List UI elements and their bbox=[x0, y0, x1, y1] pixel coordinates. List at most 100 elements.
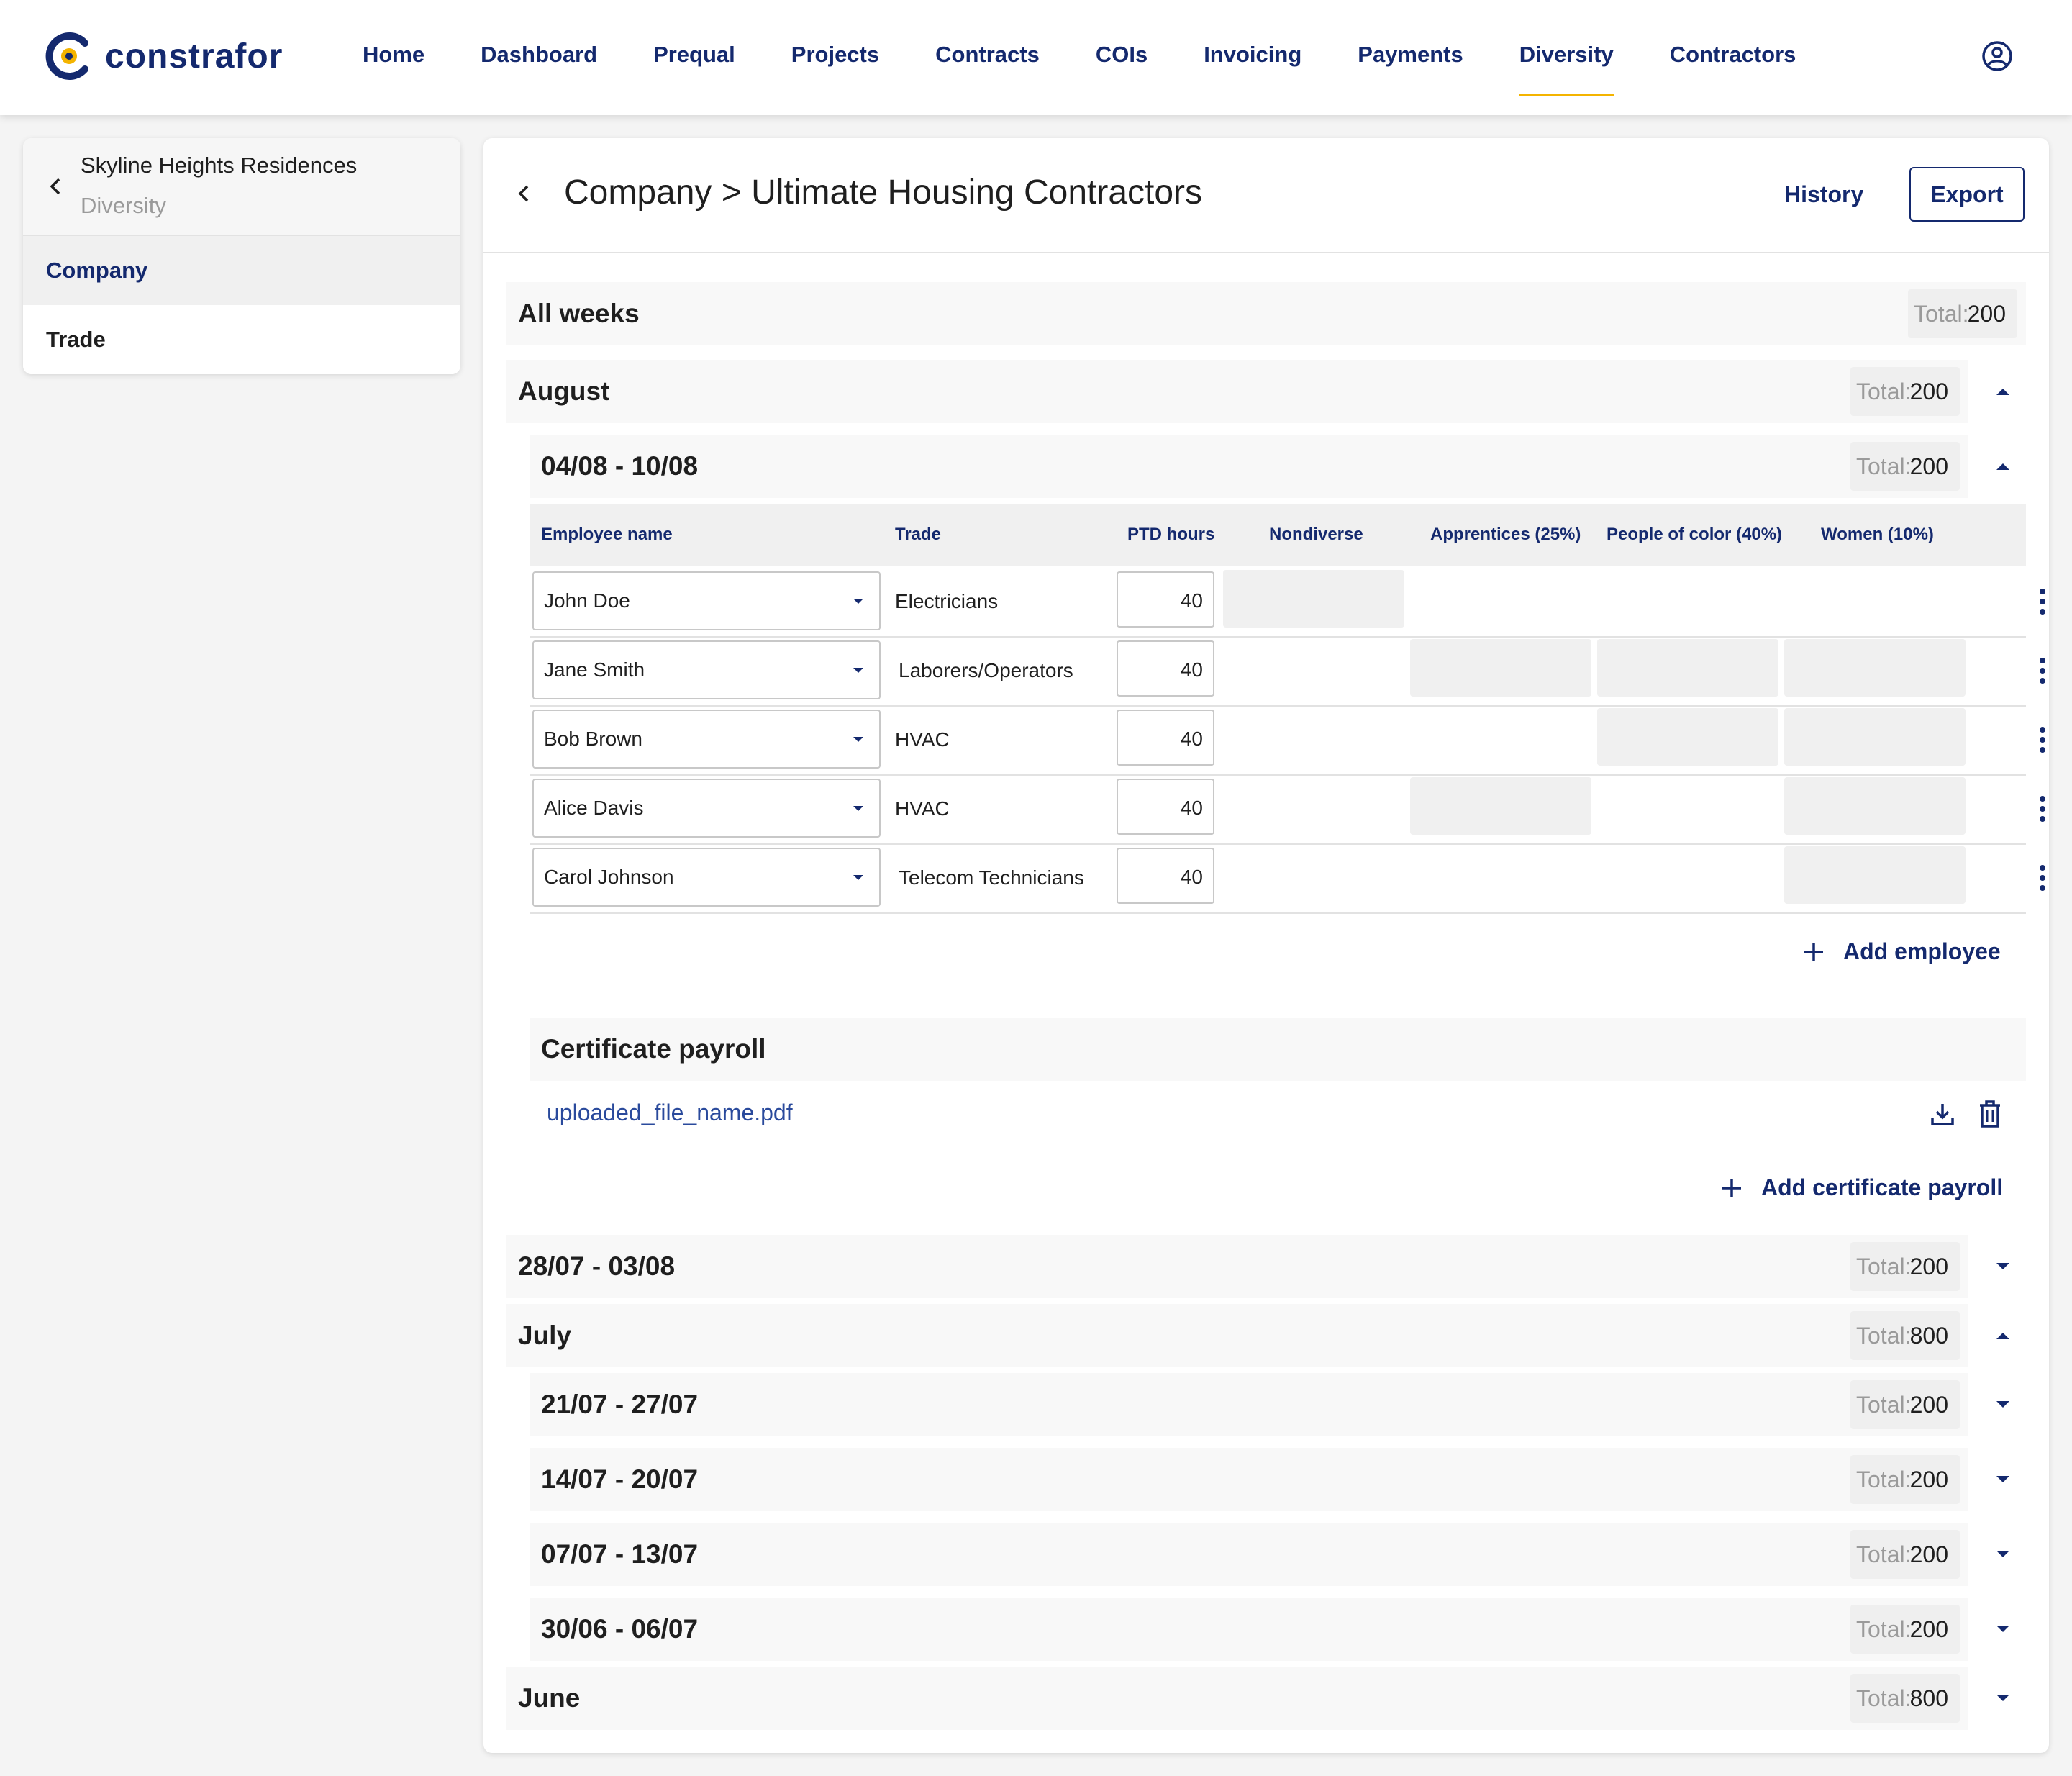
trade-value: Electricians bbox=[895, 590, 999, 612]
women-cell[interactable] bbox=[1784, 846, 1966, 904]
certificate-payroll-title: Certificate payroll bbox=[541, 1034, 766, 1064]
trade-value: HVAC bbox=[895, 728, 950, 751]
nav-dashboard[interactable]: Dashboard bbox=[481, 0, 597, 115]
nav-prequal[interactable]: Prequal bbox=[653, 0, 735, 115]
add-employee-label: Add employee bbox=[1843, 938, 2001, 964]
employee-select[interactable]: Carol Johnson bbox=[532, 848, 881, 907]
nav-invoicing[interactable]: Invoicing bbox=[1204, 0, 1301, 115]
people-of-color-cell[interactable] bbox=[1597, 639, 1778, 697]
back-chevron-icon[interactable] bbox=[515, 183, 532, 204]
total-label: Total: bbox=[1856, 1392, 1912, 1418]
table-header: Employee name Trade PTD hours Nondiverse… bbox=[530, 504, 2026, 566]
ptd-hours-input[interactable]: 40 bbox=[1117, 710, 1214, 766]
more-options-icon[interactable] bbox=[2037, 725, 2048, 754]
nav-contracts[interactable]: Contracts bbox=[935, 0, 1040, 115]
month-row-august[interactable]: August Total: 200 bbox=[506, 360, 1968, 423]
week-row[interactable]: 21/07 - 27/07 Total: 200 bbox=[530, 1373, 1968, 1436]
group-label: 04/08 - 10/08 bbox=[541, 451, 699, 481]
trash-icon[interactable] bbox=[1978, 1100, 2001, 1128]
nav-home[interactable]: Home bbox=[363, 0, 424, 115]
more-options-icon[interactable] bbox=[2037, 656, 2048, 685]
history-button[interactable]: History bbox=[1784, 181, 1863, 208]
column-employee-name: Employee name bbox=[541, 525, 673, 544]
expand-chevron-icon[interactable] bbox=[1994, 1624, 2012, 1634]
download-icon[interactable] bbox=[1930, 1101, 1955, 1127]
employee-name: Carol Johnson bbox=[544, 866, 674, 888]
back-chevron-icon[interactable] bbox=[46, 176, 65, 197]
ptd-hours-input[interactable]: 40 bbox=[1117, 571, 1214, 628]
expand-chevron-icon[interactable] bbox=[1994, 1549, 2012, 1559]
collapse-chevron-icon[interactable] bbox=[1994, 461, 2012, 471]
week-row[interactable]: 28/07 - 03/08 Total: 200 bbox=[506, 1235, 1968, 1298]
add-employee-button[interactable]: Add employee bbox=[1803, 938, 2001, 965]
total-value: 200 bbox=[1909, 1254, 1948, 1279]
expand-chevron-icon[interactable] bbox=[1994, 1400, 2012, 1410]
uploaded-file-link[interactable]: uploaded_file_name.pdf bbox=[547, 1100, 793, 1126]
more-options-icon[interactable] bbox=[2037, 794, 2048, 823]
brand-logo[interactable]: constrafor bbox=[43, 30, 283, 82]
women-cell[interactable] bbox=[1784, 639, 1966, 697]
expand-chevron-icon[interactable] bbox=[1994, 1261, 2012, 1272]
plus-icon bbox=[1804, 942, 1823, 961]
nondiverse-cell[interactable] bbox=[1223, 570, 1404, 628]
sidebar-header[interactable]: Skyline Heights Residences Diversity bbox=[23, 138, 460, 236]
employee-name: Alice Davis bbox=[544, 797, 644, 819]
total-value: 200 bbox=[1909, 1467, 1948, 1492]
nav-contractors[interactable]: Contractors bbox=[1670, 0, 1796, 115]
user-circle-icon[interactable] bbox=[1981, 40, 2013, 72]
nav-cois[interactable]: COIs bbox=[1096, 0, 1148, 115]
total-value: 200 bbox=[1909, 379, 1948, 404]
nav-diversity[interactable]: Diversity bbox=[1519, 0, 1614, 115]
ptd-hours-input[interactable]: 40 bbox=[1117, 848, 1214, 904]
collapse-chevron-icon[interactable] bbox=[1994, 1331, 2012, 1341]
apprentices-cell[interactable] bbox=[1410, 777, 1591, 835]
employee-name: Jane Smith bbox=[544, 658, 645, 681]
dropdown-arrow-icon bbox=[853, 668, 863, 673]
sidebar-item-company[interactable]: Company bbox=[23, 236, 460, 305]
employee-select[interactable]: Bob Brown bbox=[532, 710, 881, 769]
apprentices-cell[interactable] bbox=[1410, 639, 1591, 697]
total-badge: Total: 200 bbox=[1850, 442, 1960, 491]
people-of-color-cell[interactable] bbox=[1597, 708, 1778, 766]
section-name: Diversity bbox=[81, 193, 166, 218]
employee-select[interactable]: John Doe bbox=[532, 571, 881, 630]
group-label: August bbox=[518, 376, 610, 406]
women-cell[interactable] bbox=[1784, 708, 1966, 766]
employee-select[interactable]: Jane Smith bbox=[532, 640, 881, 699]
week-row[interactable]: 14/07 - 20/07 Total: 200 bbox=[530, 1448, 1968, 1511]
table-row: Jane Smith Laborers/Operators 40 bbox=[530, 636, 2045, 707]
total-value: 800 bbox=[1909, 1323, 1948, 1349]
total-label: Total: bbox=[1856, 1323, 1912, 1349]
ptd-hours-input[interactable]: 40 bbox=[1117, 779, 1214, 835]
total-label: Total: bbox=[1856, 1616, 1912, 1642]
column-people-of-color: People of color (40%) bbox=[1607, 525, 1783, 544]
total-value: 200 bbox=[1909, 453, 1948, 479]
total-value: 200 bbox=[1967, 301, 2006, 327]
week-row[interactable]: 07/07 - 13/07 Total: 200 bbox=[530, 1523, 1968, 1586]
sidebar-item-trade[interactable]: Trade bbox=[23, 305, 460, 374]
nav-projects[interactable]: Projects bbox=[791, 0, 879, 115]
plus-icon bbox=[1722, 1178, 1741, 1197]
month-row-june[interactable]: June Total: 800 bbox=[506, 1667, 1968, 1730]
dropdown-arrow-icon bbox=[853, 875, 863, 880]
week-row[interactable]: 30/06 - 06/07 Total: 200 bbox=[530, 1598, 1968, 1661]
women-cell[interactable] bbox=[1784, 777, 1966, 835]
nav-payments[interactable]: Payments bbox=[1358, 0, 1463, 115]
page-title: Company > Ultimate Housing Contractors bbox=[564, 173, 1203, 212]
collapse-chevron-icon[interactable] bbox=[1994, 386, 2012, 397]
group-label: 14/07 - 20/07 bbox=[541, 1464, 699, 1494]
total-value: 800 bbox=[1909, 1685, 1948, 1711]
export-button[interactable]: Export bbox=[1909, 167, 2025, 222]
trade-value: HVAC bbox=[895, 797, 950, 820]
ptd-hours-input[interactable]: 40 bbox=[1117, 640, 1214, 697]
total-badge: Total: 200 bbox=[1850, 1380, 1960, 1429]
add-certificate-payroll-button[interactable]: Add certificate payroll bbox=[1721, 1174, 2003, 1201]
more-options-icon[interactable] bbox=[2037, 587, 2048, 616]
expand-chevron-icon[interactable] bbox=[1994, 1474, 2012, 1485]
employee-select[interactable]: Alice Davis bbox=[532, 779, 881, 838]
month-row-july[interactable]: July Total: 800 bbox=[506, 1304, 1968, 1367]
week-row-current[interactable]: 04/08 - 10/08 Total: 200 bbox=[530, 435, 1968, 498]
more-options-icon[interactable] bbox=[2037, 864, 2048, 892]
employee-name: Bob Brown bbox=[544, 728, 642, 750]
expand-chevron-icon[interactable] bbox=[1994, 1693, 2012, 1703]
